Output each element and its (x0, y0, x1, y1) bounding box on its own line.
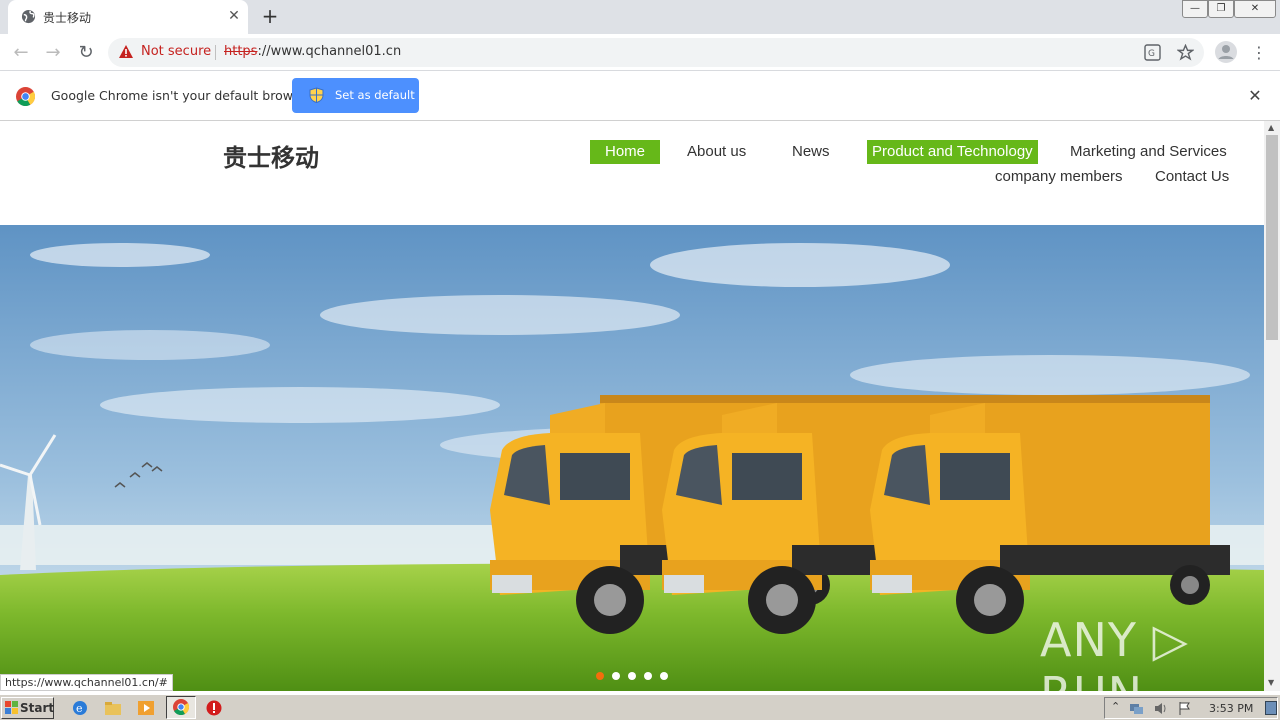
start-label: Start (20, 701, 55, 715)
restore-button[interactable]: ❐ (1208, 0, 1234, 18)
address-bar[interactable]: Not secure https://www.qchannel01.cn G (108, 38, 1204, 67)
chrome-logo-icon (16, 87, 35, 106)
infobar-message: Google Chrome isn't your default browser (51, 88, 313, 103)
reload-button[interactable]: ↻ (73, 40, 99, 66)
volume-icon[interactable] (1153, 701, 1169, 716)
scroll-down-icon[interactable]: ▼ (1268, 678, 1274, 687)
show-desktop-icon[interactable] (1265, 701, 1277, 715)
stop-sign-icon[interactable] (205, 699, 223, 717)
system-tray: ⌃ 3:53 PM (1104, 697, 1278, 719)
page-scrollbar[interactable]: ▲ ▼ (1264, 121, 1280, 691)
chrome-icon (173, 699, 189, 715)
forward-button[interactable]: → (40, 40, 66, 66)
slider-dot-4[interactable] (644, 672, 652, 680)
back-button[interactable]: ← (8, 40, 34, 66)
nav-marketing-services[interactable]: Marketing and Services (1065, 140, 1232, 164)
default-browser-infobar: Google Chrome isn't your default browser… (0, 71, 1280, 121)
windows-taskbar: Start e ⌃ 3:53 PM (0, 694, 1280, 720)
tab-title: 贵士移动 (43, 11, 92, 25)
divider (215, 45, 216, 60)
nav-product-technology[interactable]: Product and Technology (867, 140, 1038, 164)
site-logo[interactable]: 贵士移动 (223, 138, 319, 173)
chrome-taskbar-button[interactable] (166, 696, 196, 719)
nav-about-us[interactable]: About us (682, 140, 751, 164)
browser-tab[interactable]: 贵士移动 ✕ (8, 0, 248, 34)
nav-news[interactable]: News (787, 140, 835, 164)
action-center-flag-icon[interactable] (1177, 701, 1193, 716)
minimize-button[interactable]: — (1182, 0, 1208, 18)
profile-avatar-icon[interactable] (1215, 41, 1237, 63)
svg-text:e: e (76, 702, 83, 715)
url-scheme: https (224, 44, 258, 59)
slider-dot-3[interactable] (628, 672, 636, 680)
anyrun-watermark: ANY ▷ RUN (1040, 613, 1189, 691)
new-tab-button[interactable]: + (258, 5, 282, 29)
nav-home[interactable]: Home (590, 140, 660, 164)
star-icon[interactable] (1177, 44, 1194, 61)
svg-text:G: G (1148, 49, 1155, 59)
internet-explorer-icon[interactable]: e (71, 699, 89, 717)
slider-dot-2[interactable] (612, 672, 620, 680)
windows-logo-icon (5, 701, 18, 714)
set-as-default-label: Set as default (335, 88, 415, 102)
nav-contact-us[interactable]: Contact Us (1150, 165, 1234, 189)
slider-dot-5[interactable] (660, 672, 668, 680)
set-as-default-button[interactable]: Set as default (292, 78, 419, 113)
url-text[interactable]: https://www.qchannel01.cn (224, 44, 401, 59)
start-button[interactable]: Start (1, 697, 54, 719)
web-page: 贵士移动 Home About us News Product and Tech… (0, 121, 1264, 691)
tab-strip: 贵士移动 ✕ + — ❐ ✕ (0, 0, 1280, 34)
scroll-up-icon[interactable]: ▲ (1268, 123, 1274, 132)
not-secure-label[interactable]: Not secure (141, 44, 211, 59)
tray-expand-icon[interactable]: ⌃ (1111, 700, 1120, 713)
network-icon[interactable] (1129, 701, 1145, 716)
warning-icon (119, 45, 133, 58)
close-window-button[interactable]: ✕ (1234, 0, 1276, 18)
browser-toolbar: ← → ↻ Not secure https://www.qchannel01.… (0, 34, 1280, 71)
link-status-bubble: https://www.qchannel01.cn/# (0, 674, 173, 691)
translate-icon[interactable]: G (1144, 44, 1161, 61)
menu-kebab-icon[interactable]: ⋮ (1246, 40, 1272, 66)
shield-icon (309, 87, 324, 103)
file-explorer-icon[interactable] (104, 699, 122, 717)
globe-icon (21, 9, 36, 24)
infobar-close-button[interactable]: ✕ (1246, 87, 1264, 105)
url-host: ://www.qchannel01.cn (257, 44, 402, 59)
scrollbar-thumb[interactable] (1266, 135, 1278, 340)
media-player-icon[interactable] (137, 699, 155, 717)
nav-company-members[interactable]: company members (990, 165, 1128, 189)
slider-dot-1[interactable] (596, 672, 604, 680)
taskbar-clock[interactable]: 3:53 PM (1209, 702, 1253, 715)
tab-close-button[interactable]: ✕ (224, 6, 244, 26)
